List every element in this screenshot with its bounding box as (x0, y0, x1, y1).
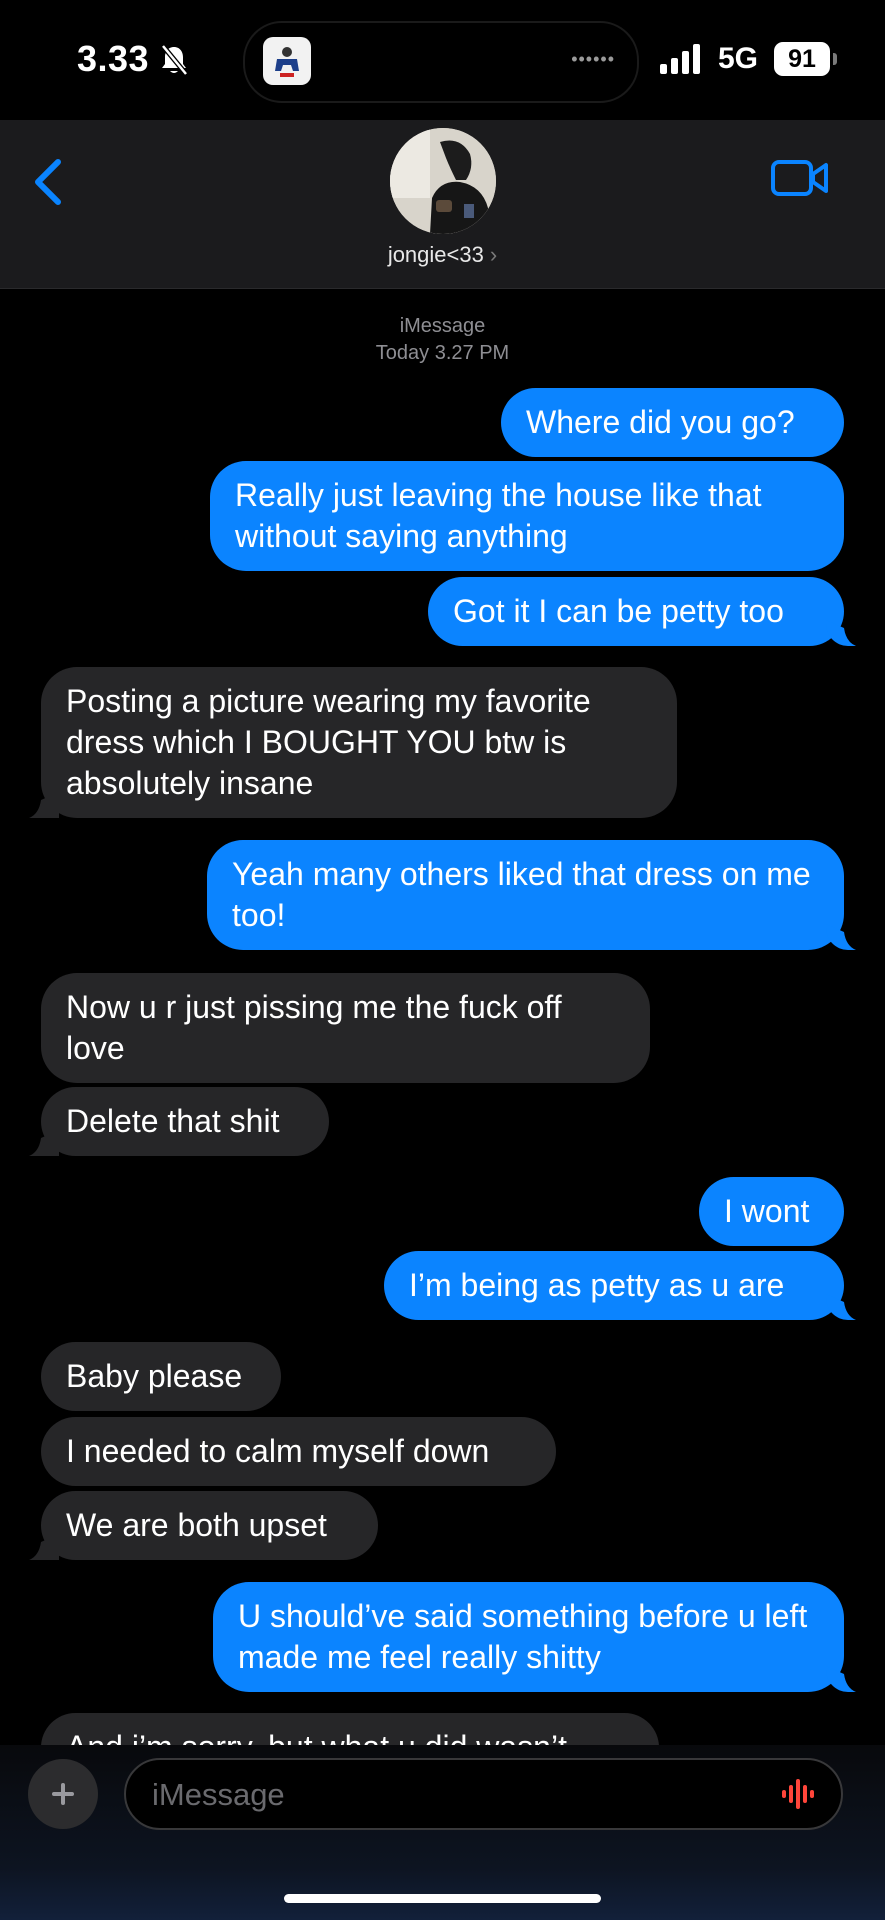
contact-chevron-icon: › (489, 242, 498, 267)
voice-memo-icon[interactable] (781, 1779, 817, 1809)
battery-tip (833, 53, 837, 65)
incoming-message[interactable]: We are both upset (41, 1491, 378, 1560)
island-activity-dots: •••••• (571, 49, 615, 69)
home-indicator[interactable] (284, 1894, 601, 1903)
outgoing-message[interactable]: Really just leaving the house like that … (210, 461, 844, 571)
incoming-message[interactable]: Delete that shit (41, 1087, 329, 1156)
cellular-signal-icon (660, 44, 700, 74)
status-bar: 3.33 •••••• 5G 91 (0, 0, 885, 120)
incoming-message[interactable]: I needed to calm myself down (41, 1417, 556, 1486)
outgoing-message[interactable]: Yeah many others liked that dress on me … (207, 840, 844, 950)
outgoing-message[interactable]: I wont (699, 1177, 844, 1246)
clock: 3.33 (77, 38, 150, 79)
live-activity-app-icon (263, 37, 311, 85)
silent-bell-icon (161, 44, 188, 76)
contact-name[interactable]: jongie<33 › (0, 242, 885, 268)
battery-icon: 91 (774, 42, 830, 76)
service-label: iMessage (399, 315, 486, 337)
add-attachment-button[interactable] (28, 1759, 98, 1829)
network-type: 5G (718, 42, 759, 75)
facetime-video-icon[interactable] (770, 158, 830, 198)
message-input[interactable]: iMessage (124, 1758, 843, 1830)
outgoing-message[interactable]: Got it I can be petty too (428, 577, 844, 646)
contact-avatar[interactable] (390, 128, 496, 234)
back-chevron-icon[interactable] (28, 154, 68, 210)
outgoing-message[interactable]: I’m being as petty as u are (384, 1251, 844, 1320)
outgoing-message[interactable]: Where did you go? (501, 388, 844, 457)
incoming-message[interactable]: Baby please (41, 1342, 281, 1411)
contact-name-label[interactable]: jongie<33 (388, 242, 484, 267)
dynamic-island[interactable]: •••••• (243, 21, 639, 103)
conversation-header: jongie<33 › (0, 120, 885, 289)
thread-timestamp: Today 3.27 PM (375, 342, 510, 364)
incoming-message[interactable]: And i’m sorry, but what u did wasn’t (41, 1713, 659, 1745)
message-input-placeholder[interactable]: iMessage (152, 1777, 285, 1813)
incoming-message[interactable]: Now u r just pissing me the fuck off lov… (41, 973, 650, 1083)
composer-bar: iMessage (0, 1745, 885, 1920)
incoming-message[interactable]: Posting a picture wearing my favorite dr… (41, 667, 677, 818)
thread-meta: iMessage Today 3.27 PM (0, 313, 885, 367)
outgoing-message[interactable]: U should’ve said something before u left… (213, 1582, 844, 1692)
message-thread[interactable]: iMessage Today 3.27 PM Where did you go?… (0, 289, 885, 1745)
